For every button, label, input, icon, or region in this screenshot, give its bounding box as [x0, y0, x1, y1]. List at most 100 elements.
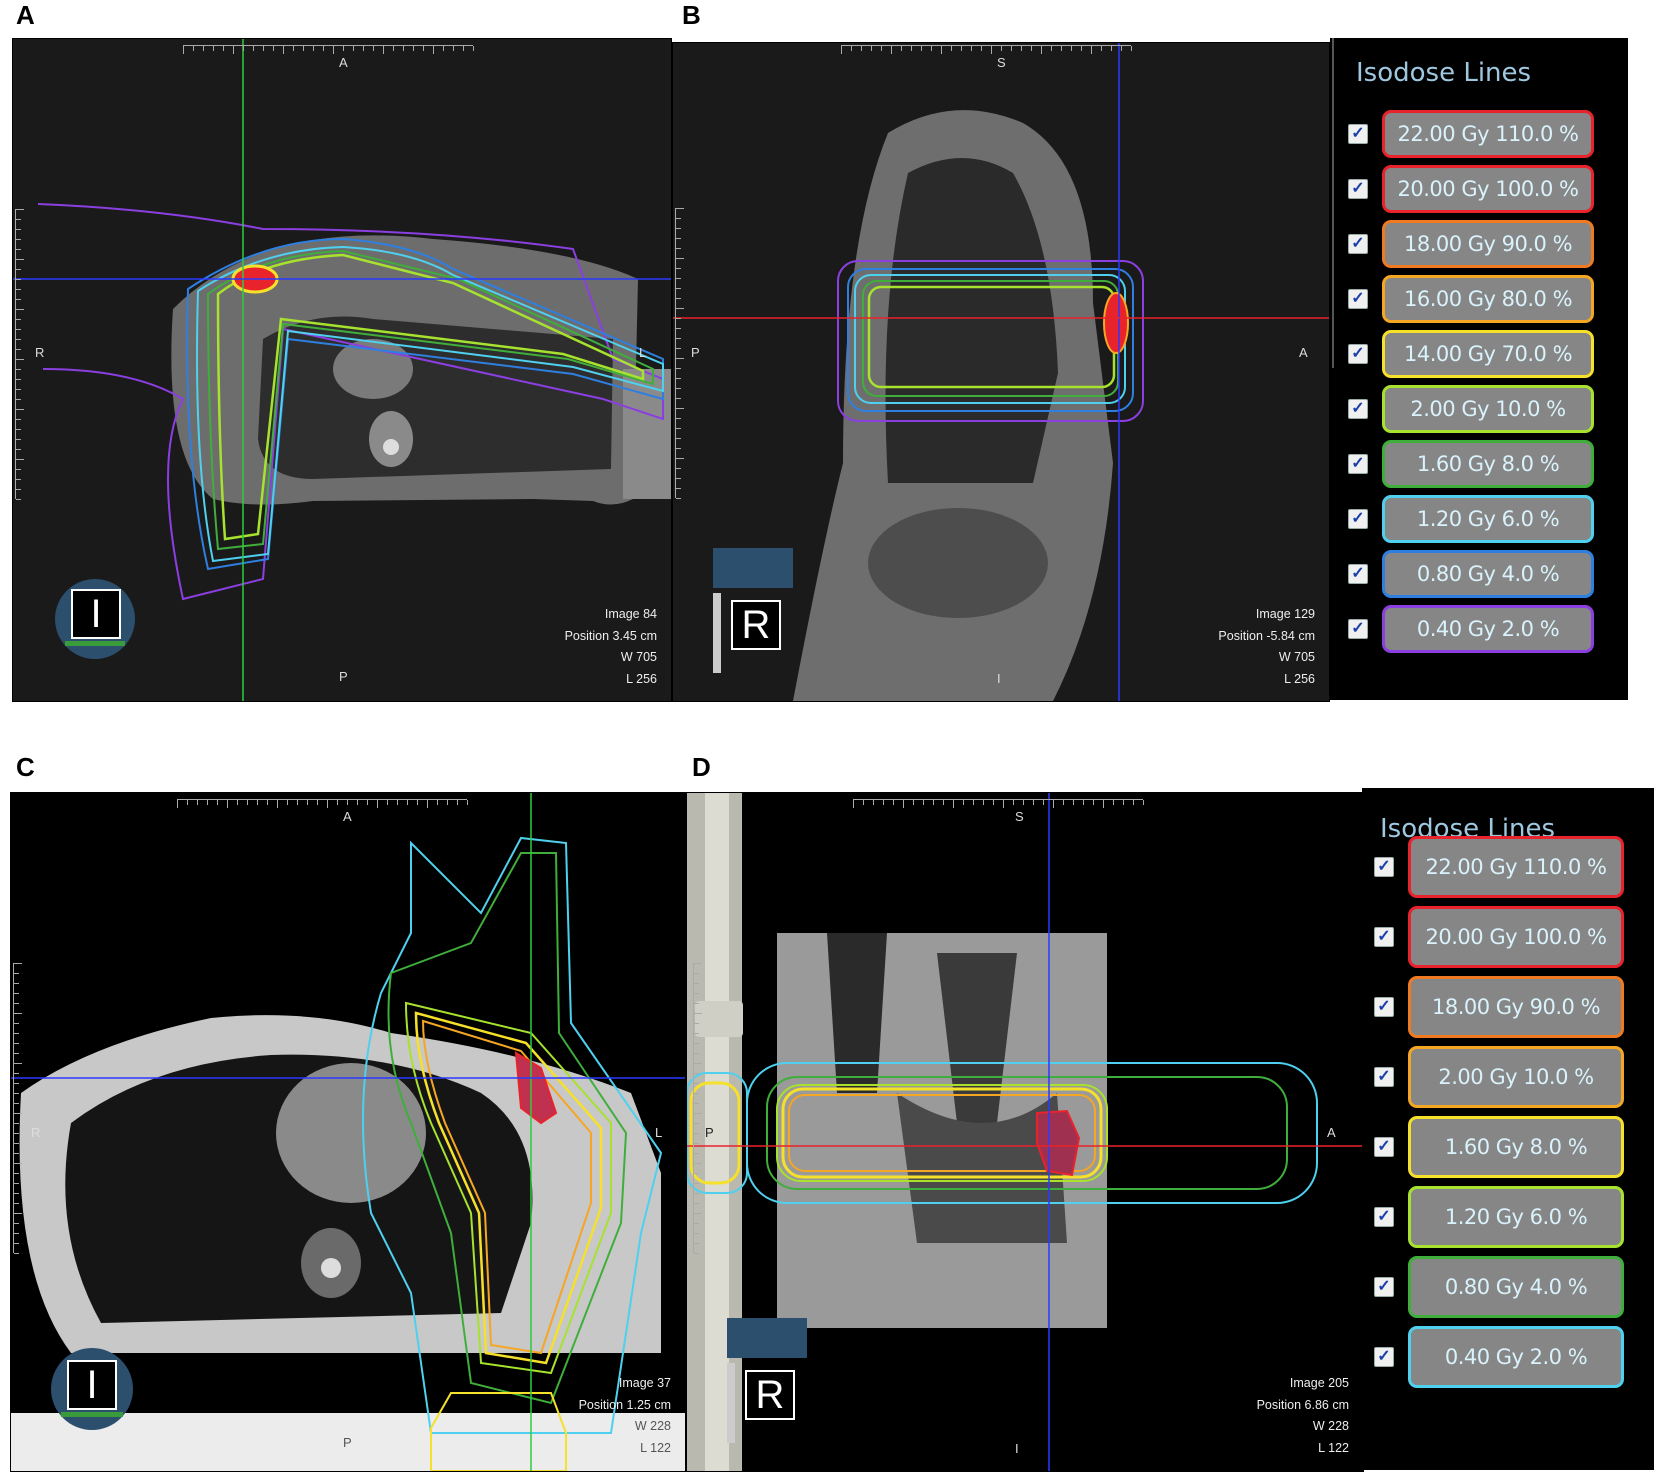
isodose-level-button[interactable]: 22.00 Gy 110.0 % — [1382, 110, 1594, 158]
orientation-right: L — [655, 1125, 663, 1140]
isodose-checkbox[interactable]: ✓ — [1348, 179, 1368, 199]
figure-label-c: C — [16, 752, 35, 782]
isodose-legend-top: Isodose Lines ✓ 22.00 Gy 110.0 % ✓ 20.00 Gy… — [1330, 38, 1628, 700]
orientation-top: A — [343, 809, 352, 824]
isodose-checkbox[interactable]: ✓ — [1374, 1347, 1394, 1367]
isodose-level-button[interactable]: 0.80 Gy 4.0 % — [1382, 550, 1594, 598]
view-badge-label: I — [71, 589, 121, 639]
isodose-row: ✓ 14.00 Gy 70.0 % — [1330, 330, 1628, 378]
window-width: W 705 — [620, 650, 657, 664]
isodose-label: 22.00 Gy 110.0 % — [1425, 855, 1607, 879]
isodose-checkbox[interactable]: ✓ — [1374, 1067, 1394, 1087]
left-ruler — [675, 208, 684, 499]
orientation-bottom: P — [343, 1435, 352, 1450]
top-ruler — [177, 799, 468, 808]
isodose-level-button[interactable]: 20.00 Gy 100.0 % — [1408, 906, 1624, 968]
sagittal-orientation-icon[interactable]: R — [727, 1318, 807, 1458]
view-badge-label: R — [731, 600, 781, 650]
isodose-row: ✓ 22.00 Gy 110.0 % — [1330, 110, 1628, 158]
isodose-label: 0.40 Gy 2.0 % — [1444, 1345, 1588, 1369]
isodose-row: ✓ 22.00 Gy 110.0 % — [1362, 836, 1654, 898]
isodose-checkbox[interactable]: ✓ — [1374, 1207, 1394, 1227]
figure-label-a: A — [16, 0, 35, 30]
figure-label-b: B — [682, 0, 701, 30]
isodose-row: ✓ 1.60 Gy 8.0 % — [1330, 440, 1628, 488]
axial-view-panel-a[interactable]: A P R L I Image 84 Position 3.45 cm W 70… — [12, 38, 672, 702]
orientation-left: R — [31, 1125, 41, 1140]
image-info-a: Image 84 Position 3.45 cm W 705 L 256 — [565, 604, 657, 690]
image-number: Image 205 — [1289, 1376, 1349, 1390]
isodose-level-button[interactable]: 22.00 Gy 110.0 % — [1408, 836, 1624, 898]
orientation-right: A — [1327, 1125, 1336, 1140]
isodose-row: ✓ 20.00 Gy 100.0 % — [1330, 165, 1628, 213]
isodose-label: 18.00 Gy 90.0 % — [1403, 232, 1573, 256]
orientation-top: S — [1015, 809, 1024, 824]
isodose-label: 16.00 Gy 80.0 % — [1403, 287, 1573, 311]
isodose-row: ✓ 2.00 Gy 10.0 % — [1330, 385, 1628, 433]
isodose-level-button[interactable]: 1.60 Gy 8.0 % — [1408, 1116, 1624, 1178]
isodose-row: ✓ 0.40 Gy 2.0 % — [1330, 605, 1628, 653]
isodose-row: ✓ 2.00 Gy 10.0 % — [1362, 1046, 1654, 1108]
isodose-level-button[interactable]: 20.00 Gy 100.0 % — [1382, 165, 1594, 213]
isodose-checkbox[interactable]: ✓ — [1348, 454, 1368, 474]
axial-orientation-icon[interactable]: I — [55, 579, 135, 659]
isodose-checkbox[interactable]: ✓ — [1348, 289, 1368, 309]
isodose-checkbox[interactable]: ✓ — [1374, 927, 1394, 947]
isodose-row: ✓ 0.80 Gy 4.0 % — [1362, 1256, 1654, 1318]
isodose-checkbox[interactable]: ✓ — [1374, 857, 1394, 877]
image-number: Image 129 — [1255, 607, 1315, 621]
orientation-top: A — [339, 55, 348, 70]
isodose-level-button[interactable]: 2.00 Gy 10.0 % — [1382, 385, 1594, 433]
isodose-label: 22.00 Gy 110.0 % — [1397, 122, 1579, 146]
isodose-checkbox[interactable]: ✓ — [1374, 997, 1394, 1017]
isodose-level-button[interactable]: 1.20 Gy 6.0 % — [1408, 1186, 1624, 1248]
isodose-row: ✓ 1.60 Gy 8.0 % — [1362, 1116, 1654, 1178]
isodose-level-button[interactable]: 1.20 Gy 6.0 % — [1382, 495, 1594, 543]
isodose-level-button[interactable]: 14.00 Gy 70.0 % — [1382, 330, 1594, 378]
isodose-checkbox[interactable]: ✓ — [1374, 1137, 1394, 1157]
sagittal-view-panel-b[interactable]: S I P A R Image 129 Position -5.84 cm W … — [672, 42, 1330, 702]
image-info-c: Image 37 Position 1.25 cm W 228 L 122 — [579, 1373, 671, 1459]
orientation-right: A — [1299, 345, 1308, 360]
isodose-checkbox[interactable]: ✓ — [1348, 564, 1368, 584]
slice-position: Position 1.25 cm — [578, 1397, 671, 1412]
isodose-checkbox[interactable]: ✓ — [1374, 1277, 1394, 1297]
isodose-checkbox[interactable]: ✓ — [1348, 124, 1368, 144]
sagittal-orientation-icon[interactable]: R — [713, 548, 793, 688]
slice-position: Position 3.45 cm — [564, 628, 657, 643]
isodose-label: 1.60 Gy 8.0 % — [1444, 1135, 1588, 1159]
isodose-label: 2.00 Gy 10.0 % — [1438, 1065, 1594, 1089]
isodose-level-button[interactable]: 16.00 Gy 80.0 % — [1382, 275, 1594, 323]
isodose-level-button[interactable]: 2.00 Gy 10.0 % — [1408, 1046, 1624, 1108]
orientation-top: S — [997, 55, 1006, 70]
legend-title: Isodose Lines — [1356, 58, 1532, 88]
sagittal-view-panel-d[interactable]: S I P A R Image 205 Position 6.86 cm W 2… — [686, 792, 1364, 1472]
slice-position: Position -5.84 cm — [1218, 628, 1315, 643]
isodose-level-button[interactable]: 0.80 Gy 4.0 % — [1408, 1256, 1624, 1318]
isodose-label: 20.00 Gy 100.0 % — [1425, 925, 1607, 949]
isodose-checkbox[interactable]: ✓ — [1348, 234, 1368, 254]
isodose-checkbox[interactable]: ✓ — [1348, 509, 1368, 529]
window-width: W 228 — [634, 1419, 671, 1433]
isodose-level-button[interactable]: 18.00 Gy 90.0 % — [1408, 976, 1624, 1038]
axial-orientation-icon[interactable]: I — [51, 1348, 133, 1430]
isodose-checkbox[interactable]: ✓ — [1348, 344, 1368, 364]
isodose-label: 18.00 Gy 90.0 % — [1431, 995, 1601, 1019]
isodose-checkbox[interactable]: ✓ — [1348, 619, 1368, 639]
isodose-level-button[interactable]: 18.00 Gy 90.0 % — [1382, 220, 1594, 268]
isodose-checkbox[interactable]: ✓ — [1348, 399, 1368, 419]
axial-view-panel-c[interactable]: A P R L I Image 37 Position 1.25 cm W 22… — [10, 792, 686, 1472]
window-level: L 256 — [1284, 671, 1315, 686]
isodose-level-button[interactable]: 1.60 Gy 8.0 % — [1382, 440, 1594, 488]
left-ruler — [693, 963, 702, 1254]
isodose-level-button[interactable]: 0.40 Gy 2.0 % — [1382, 605, 1594, 653]
top-ruler — [853, 799, 1144, 808]
isodose-legend-bottom: Isodose Lines ✓ 22.00 Gy 110.0 % ✓ 20.00 Gy… — [1362, 788, 1654, 1470]
isodose-row: ✓ 1.20 Gy 6.0 % — [1362, 1186, 1654, 1248]
image-number: Image 84 — [604, 607, 657, 621]
isodose-row: ✓ 16.00 Gy 80.0 % — [1330, 275, 1628, 323]
isodose-level-button[interactable]: 0.40 Gy 2.0 % — [1408, 1326, 1624, 1388]
image-info-d: Image 205 Position 6.86 cm W 228 L 122 — [1257, 1373, 1349, 1459]
orientation-bottom: I — [997, 671, 1001, 686]
isodose-label: 0.40 Gy 2.0 % — [1416, 617, 1560, 641]
